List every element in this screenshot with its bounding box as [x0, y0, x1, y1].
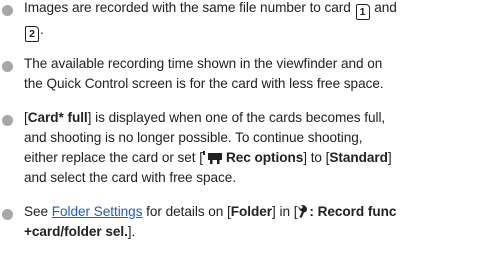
note-4-text-d: ]. [127, 224, 136, 239]
standard-label: Standard [329, 150, 388, 165]
note-3-text-b: ] is displayed when one of the cards bec… [87, 110, 386, 125]
bullet-icon [2, 209, 13, 220]
folder-settings-link[interactable]: Folder Settings [52, 204, 143, 219]
note-4-text-b: for details on [ [142, 204, 231, 219]
bullet-icon [2, 5, 13, 16]
note-1-text-c: . [40, 22, 44, 37]
note-text-3: [Card* full] is displayed when one of th… [24, 108, 471, 188]
folder-label: Folder [230, 204, 273, 219]
movie-record-icon [203, 151, 222, 164]
note-text-2: The available recording time shown in th… [24, 54, 471, 94]
note-3-text-d: ] to [ [303, 150, 330, 165]
note-text-4: See Folder Settings for details on [Fold… [24, 202, 471, 242]
note-2-line-1: The available recording time shown in th… [24, 56, 383, 71]
note-text-1: Images are recorded with the same file n… [24, 0, 471, 42]
card-2-icon: 2 [25, 26, 39, 42]
note-1-text-b: and [370, 0, 397, 15]
rec-options-label: Rec options [226, 150, 304, 165]
bullet-icon [2, 61, 13, 72]
note-3-line-4: and select the card with free space. [24, 170, 237, 185]
wrench-icon [298, 205, 308, 218]
card-full-label: Card* full [27, 110, 88, 125]
note-3-text-e: ] [387, 150, 392, 165]
card-1-icon: 1 [355, 4, 370, 20]
note-3-line-2: and shooting is no longer possible. To c… [24, 130, 363, 145]
bullet-icon [2, 115, 13, 126]
record-func-label: : Record func [309, 204, 397, 219]
note-2-line-2: the Quick Control screen is for the card… [24, 76, 384, 91]
note-4-text-c: ] in [ [272, 204, 298, 219]
note-1-text-a: Images are recorded with the same file n… [24, 0, 355, 15]
card-folder-sel-label: +card/folder sel. [24, 224, 128, 239]
note-3-text-c: either replace the card or set [ [24, 150, 203, 165]
note-4-text-a: See [24, 204, 52, 219]
